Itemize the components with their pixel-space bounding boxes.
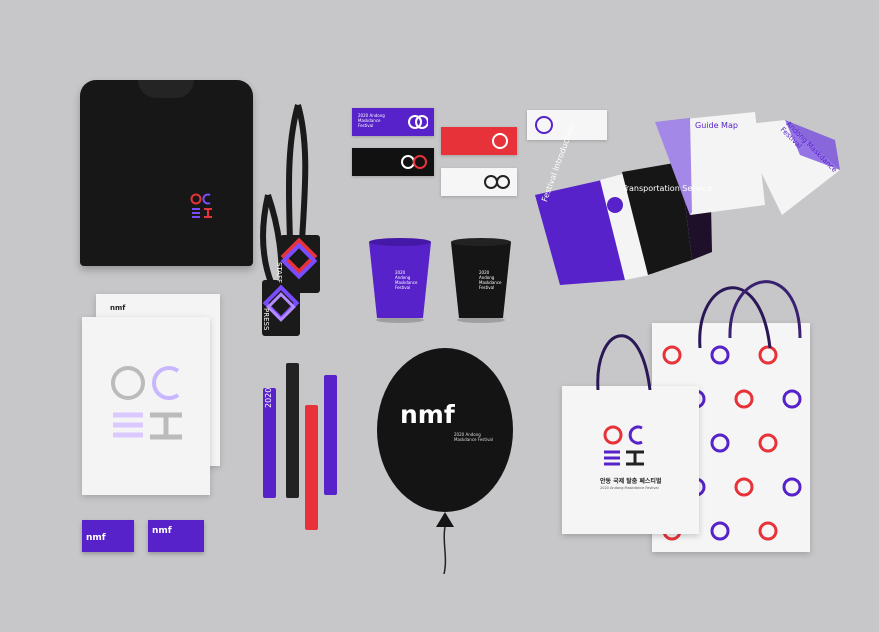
wristband-black [286,363,299,498]
transportation-title: Transportation Service [622,184,712,193]
wristband-year: 2020 [264,387,273,408]
ticket-black-1 [352,148,434,176]
festival-logo-icon [603,425,644,466]
ticket-white [441,168,517,196]
purple-cup-text: 2020 Andong Maskdance Festival [395,270,418,290]
guide-map-title: Guide Map [695,121,738,130]
bag-handle [698,280,802,348]
wristband-red [305,405,318,530]
letterhead-logo: nmf [110,304,126,312]
lanyards [260,104,320,336]
balloon-logo: nmf [400,400,455,429]
business-card-logo: nmf [86,533,106,543]
business-card-1: nmf [82,520,134,552]
mask-icon [408,115,428,129]
black-tshirt [80,80,253,266]
staff-badge-text: STAFF [275,262,283,284]
black-cup-text: 2020 Andong Maskdance Festival [479,270,502,290]
letterhead-front [82,317,210,495]
ticket-red [441,127,517,155]
tshirt-collar [138,80,194,98]
mask-icon [484,175,510,189]
business-card-logo: nmf [152,526,172,536]
wristband-purple-2 [324,375,337,495]
ticket-text: 2020 Andong Maskdance Festival [358,113,385,128]
business-card-2: nmf [148,520,204,552]
black-balloon [377,348,513,574]
shopping-bag-white: 안동 국제 탈춤 페스티벌 2020 Andong Maskdance Fest… [562,386,699,534]
balloon-caption: 2020 Andong Maskdance Festival [454,432,493,442]
ticket-purple-1: 2020 Andong Maskdance Festival [352,108,434,136]
bag-handle [596,334,652,390]
press-badge-text: PRESS [262,308,270,331]
bag-english-text: 2020 Andong Maskdance Festival [600,486,659,490]
bag-korean-text: 안동 국제 탈춤 페스티벌 [600,478,662,485]
festival-logo-icon [111,366,182,440]
mask-icon [401,155,427,169]
mask-icon [492,133,508,149]
stationery-mockup-scene: STAFF PRESS 2020 Andong Maskdance Festiv… [0,0,879,632]
festival-logo-icon [190,193,212,218]
